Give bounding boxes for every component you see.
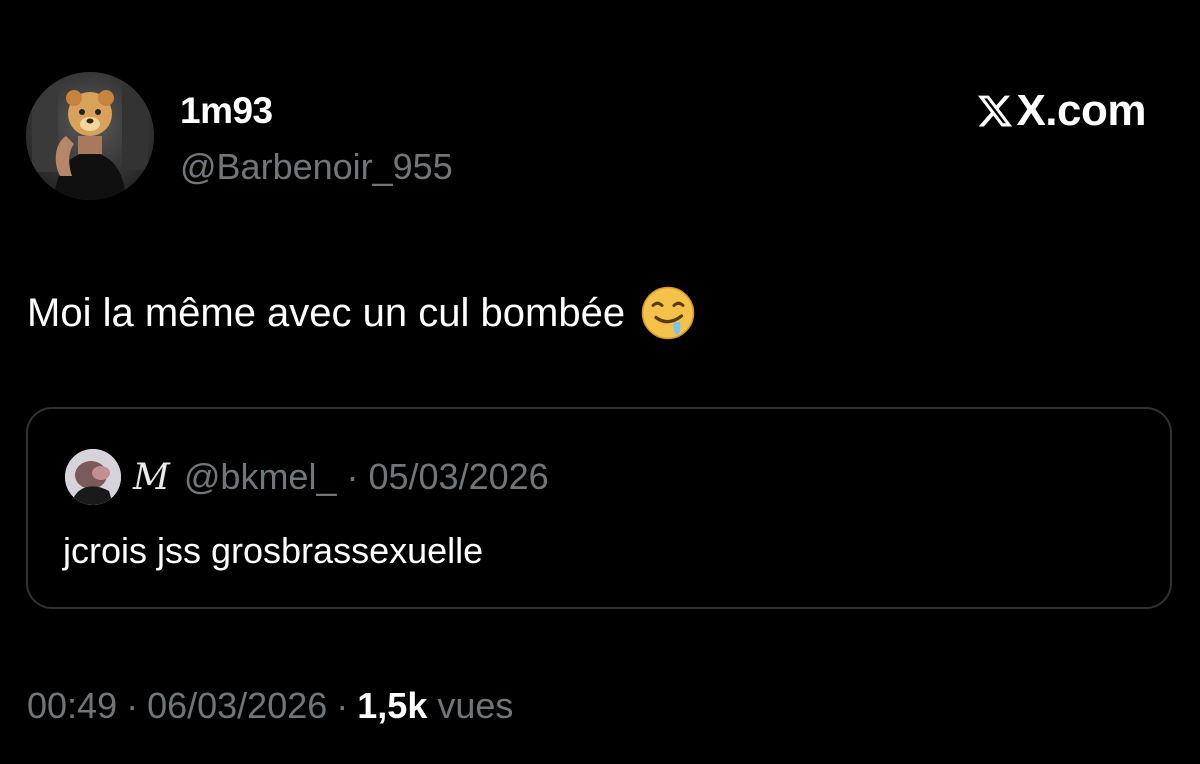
views-count[interactable]: 1,5k: [357, 684, 427, 728]
views-label: vues: [437, 685, 514, 726]
x-logo-icon: [978, 95, 1013, 127]
quoted-author-name[interactable]: M: [133, 457, 170, 498]
meta-separator: ·: [126, 685, 139, 726]
quoted-date[interactable]: 05/03/2026: [368, 456, 548, 498]
profile-photo-icon: [26, 72, 154, 200]
tweet-text: Moi la même avec un cul bombée: [27, 291, 626, 335]
quoted-tweet-header: M @bkmel_ · 05/03/2026: [65, 449, 549, 505]
quoted-author-handle[interactable]: @bkmel_: [184, 456, 337, 498]
tweet-time[interactable]: 00:49: [27, 684, 117, 728]
drooling-face-icon: [641, 286, 695, 340]
tweet-date[interactable]: 06/03/2026: [147, 684, 327, 728]
tweet-meta: 00:49 · 06/03/2026 · 1,5k vues: [27, 684, 513, 728]
quoted-separator: ·: [346, 456, 359, 497]
author-avatar[interactable]: [26, 72, 154, 200]
brand-text: X.com: [1016, 86, 1146, 135]
quoted-tweet-text: jcrois jss grosbrassexuelle: [63, 530, 484, 571]
author-display-name[interactable]: 1m93: [180, 89, 273, 133]
tweet-body: Moi la même avec un cul bombée: [27, 286, 695, 340]
quoted-profile-photo-icon: [65, 449, 121, 505]
meta-separator: ·: [336, 685, 349, 726]
quoted-tweet-card[interactable]: M @bkmel_ · 05/03/2026 jcrois jss grosbr…: [26, 407, 1172, 609]
brand-link[interactable]: X.com: [976, 88, 1146, 134]
quoted-author-avatar[interactable]: [65, 449, 121, 505]
author-handle[interactable]: @Barbenoir_955: [180, 145, 453, 189]
